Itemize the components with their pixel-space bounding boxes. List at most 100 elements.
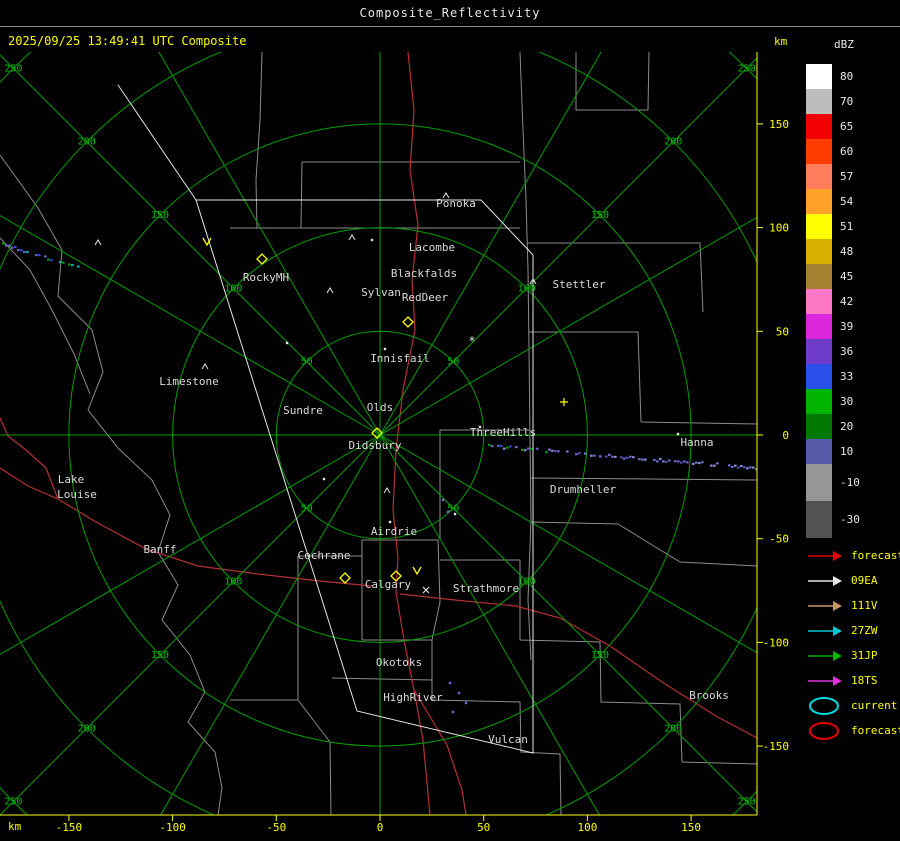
radar-echo-speckle — [590, 454, 593, 457]
dbz-scale-row: 60 — [806, 139, 860, 164]
timestamp-label: 2025/09/25 13:49:41 UTC Composite — [8, 34, 247, 48]
radar-echo-speckle — [668, 459, 671, 462]
radar-echo-speckle — [575, 453, 578, 456]
radar-echo-speckle — [2, 242, 5, 245]
range-ring-label: 250 — [738, 797, 756, 808]
dbz-scale-row: -10 — [806, 464, 860, 501]
dbz-color-swatch — [806, 414, 832, 439]
y-axis-unit-label: km — [774, 35, 788, 48]
radar-echo-speckle — [26, 250, 29, 253]
radar-echo-speckle — [62, 261, 65, 264]
dbz-color-swatch — [806, 164, 832, 189]
dbz-color-swatch — [806, 114, 832, 139]
azimuth-spoke — [158, 52, 381, 436]
dbz-value-label: 48 — [840, 245, 854, 258]
map-marker-dot — [383, 347, 387, 351]
radar-echo-speckle — [653, 458, 656, 461]
radar-echo-speckle — [632, 456, 635, 459]
town-label: Limestone — [159, 375, 219, 388]
radar-echo-speckle — [638, 458, 641, 461]
map-marker-dot — [322, 477, 326, 481]
radar-echo-speckle — [674, 460, 677, 463]
radar-echo-speckle — [662, 460, 665, 463]
map-marker-vee — [412, 566, 422, 576]
town-label: Didsbury — [349, 439, 402, 452]
legend-arrow-icon — [808, 650, 842, 661]
dbz-scale-row: -30 — [806, 501, 860, 538]
azimuth-spoke — [0, 54, 381, 436]
dbz-scale-row: 42 — [806, 289, 860, 314]
map-marker-caret — [383, 487, 391, 494]
radar-echo-speckle — [740, 464, 743, 468]
town-label: Ponoka — [436, 197, 476, 210]
dbz-color-swatch — [806, 264, 832, 289]
range-ring-label: 200 — [78, 137, 96, 148]
dbz-value-label: 57 — [840, 170, 854, 183]
map-marker-diamond — [339, 572, 351, 584]
dbz-scale-row: 10 — [806, 439, 860, 464]
radar-echo-speckle — [38, 254, 41, 257]
legend-ellipse-icon — [809, 696, 839, 715]
dbz-color-swatch — [806, 289, 832, 314]
dbz-scale-row: 65 — [806, 114, 860, 139]
radar-echo-speckle — [620, 456, 623, 459]
legend-label: 27ZW — [851, 624, 878, 637]
legend-row: 27ZW — [806, 618, 900, 643]
range-ring-label: 100 — [224, 283, 242, 294]
window-title-bar: Composite_Reflectivity — [0, 0, 900, 27]
radar-echo-speckle — [59, 260, 62, 264]
radar-echo-speckle — [527, 447, 530, 450]
town-label: Airdrie — [371, 525, 417, 538]
radar-echo-speckle — [20, 249, 23, 252]
radar-echo-speckle — [578, 452, 581, 455]
radar-echo-speckle — [551, 449, 554, 452]
range-ring-label: 250 — [738, 63, 756, 74]
radar-echo-speckle — [686, 461, 689, 464]
dbz-scale-row: 80 — [806, 64, 860, 89]
town-label: Banff — [143, 543, 176, 556]
radar-map-canvas[interactable]: 5010015020025050100150200250501001502002… — [0, 0, 900, 841]
town-label: Stettler — [553, 278, 606, 291]
map-marker-dot — [370, 238, 374, 242]
dbz-scale-row: 33 — [806, 364, 860, 389]
dbz-scale-row: 36 — [806, 339, 860, 364]
x-tick-label: 100 — [577, 821, 597, 834]
radar-coverage-outline — [117, 84, 534, 754]
town-label: Vulcan — [488, 733, 528, 746]
dbz-value-label: 10 — [840, 445, 854, 458]
dbz-scale-row: 54 — [806, 189, 860, 214]
dbz-scale-row: 20 — [806, 414, 860, 439]
town-label: Okotoks — [376, 656, 422, 669]
radar-echo-speckle — [566, 450, 569, 453]
dbz-color-swatch — [806, 89, 832, 114]
legend-row: current — [806, 693, 900, 718]
legend-arrow-icon — [808, 575, 842, 586]
map-marker-dot — [448, 681, 452, 685]
map-marker-dot — [457, 691, 461, 695]
legend-label: 31JP — [851, 649, 878, 662]
radar-echo-speckle — [530, 447, 533, 450]
y-tick-label: -150 — [763, 740, 790, 753]
map-marker-dot — [441, 498, 445, 502]
radar-echo-speckle — [77, 265, 80, 268]
dbz-value-label: 65 — [840, 120, 854, 133]
range-ring-label: 150 — [591, 210, 609, 221]
y-tick-label: 0 — [782, 429, 789, 442]
radar-echo-speckle — [716, 462, 719, 465]
radar-echo-speckle — [701, 461, 704, 464]
dbz-value-label: 51 — [840, 220, 854, 233]
town-label: Drumheller — [550, 483, 617, 496]
radar-echo-speckle — [713, 464, 716, 467]
radar-echo-speckle — [728, 464, 731, 467]
map-marker-plus — [560, 398, 568, 406]
map-marker-caret — [94, 239, 102, 246]
radar-echo-speckle — [659, 457, 662, 461]
dbz-scale-row: 39 — [806, 314, 860, 339]
radar-echo-speckle — [47, 258, 50, 261]
dbz-color-swatch — [806, 501, 832, 538]
legend-row: 31JP — [806, 643, 900, 668]
radar-echo-speckle — [35, 254, 38, 257]
radar-echo-speckle — [695, 461, 698, 464]
dbz-color-swatch — [806, 464, 832, 501]
range-ring-grid — [0, 52, 757, 815]
